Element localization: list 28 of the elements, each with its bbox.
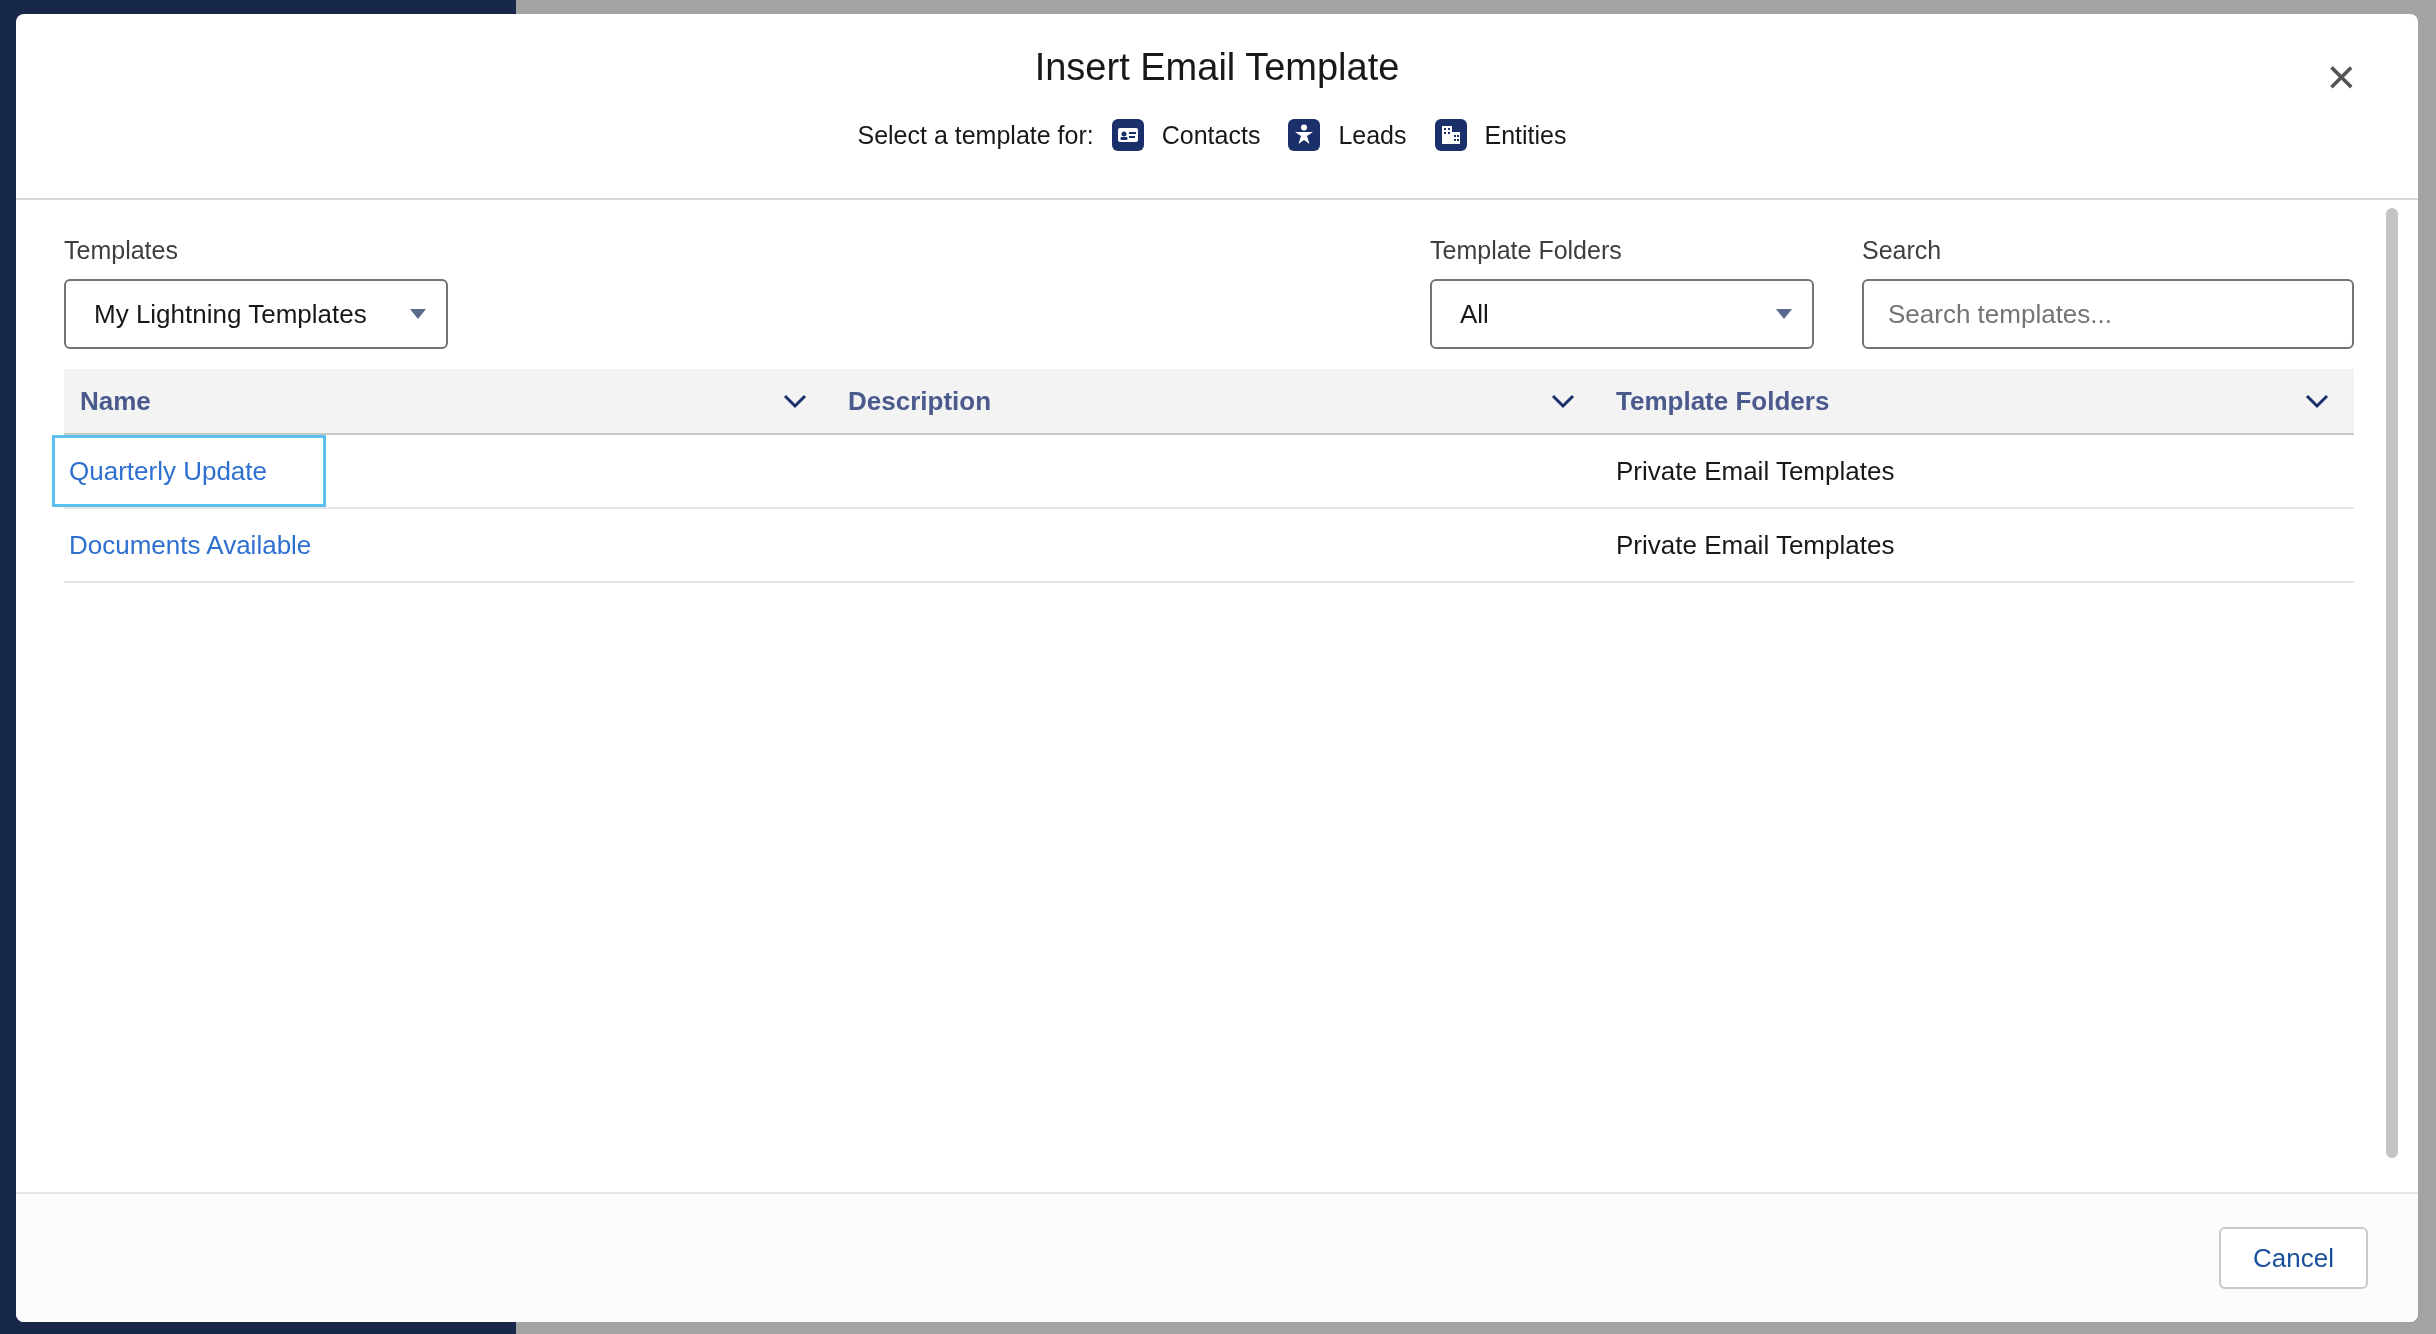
field-label: Templates xyxy=(64,236,179,265)
templates-dropdown[interactable]: My Lightning Templates xyxy=(64,279,448,349)
building-icon xyxy=(1434,119,1467,151)
caret-icon xyxy=(1774,307,1794,321)
chevron-down-icon xyxy=(2304,393,2330,409)
search-field[interactable]: Search templates... xyxy=(1862,279,2354,349)
column-header[interactable]: Description xyxy=(832,369,1600,433)
table-cell-text: Private Email Templates xyxy=(1615,529,1896,561)
object-label: Entities xyxy=(1484,120,1567,150)
column-header[interactable]: Template Folders xyxy=(1600,369,2354,433)
object-label: Contacts xyxy=(1161,120,1261,150)
caret-icon xyxy=(408,307,428,321)
close-button[interactable]: × xyxy=(2320,52,2362,102)
contact-card-icon xyxy=(1111,119,1144,151)
field-label: Search xyxy=(1862,236,1943,265)
table-cell-text: Private Email Templates xyxy=(1615,455,1896,487)
chevron-down-icon xyxy=(782,393,808,409)
subtitle-label: Select a template for: xyxy=(857,120,1094,150)
scrollbar[interactable] xyxy=(2386,208,2398,1158)
column-header[interactable]: Name xyxy=(64,369,832,433)
object-label: Leads xyxy=(1338,120,1407,150)
field-label: Template Folders xyxy=(1430,236,1623,265)
folders-dropdown[interactable]: All xyxy=(1430,279,1814,349)
cancel-button[interactable]: Cancel xyxy=(2219,1227,2368,1289)
template-link[interactable]: Documents Available xyxy=(52,509,371,581)
modal-title: Insert Email Template xyxy=(1034,46,1400,89)
chevron-down-icon xyxy=(1550,393,1576,409)
template-link[interactable]: Quarterly Update xyxy=(52,435,326,507)
